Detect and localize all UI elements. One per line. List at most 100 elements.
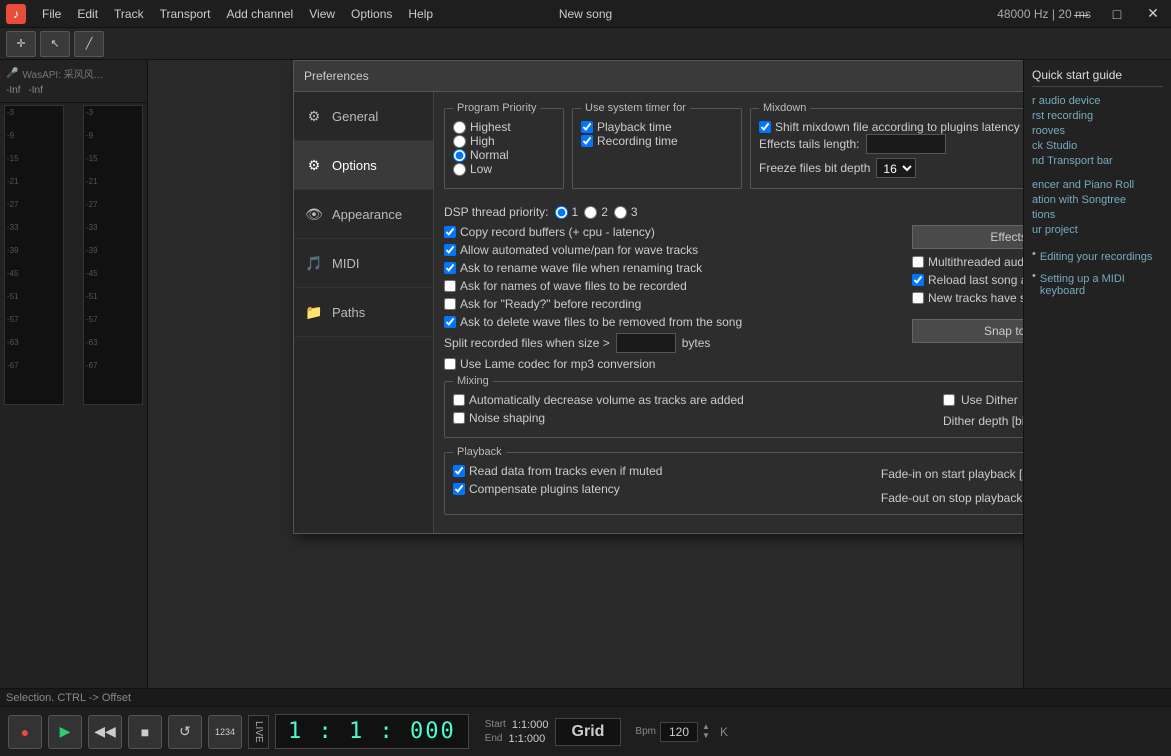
nav-midi[interactable]: 🎵 MIDI bbox=[294, 239, 433, 288]
priority-low-radio[interactable] bbox=[453, 163, 466, 176]
play-btn[interactable]: ▶ bbox=[48, 715, 82, 749]
help-link-sequencer[interactable]: encer and Piano Roll bbox=[1032, 179, 1163, 191]
help-link-tions[interactable]: tions bbox=[1032, 209, 1163, 221]
paths-icon: 📁 bbox=[304, 302, 324, 322]
compensate-latency-checkbox[interactable] bbox=[453, 483, 465, 495]
help-link-editing[interactable]: Editing your recordings bbox=[1040, 251, 1153, 263]
main-content: 🎤 WasAPI: 采风风… -Inf -Inf -3-9-15-21-27-3… bbox=[0, 60, 1171, 706]
priority-normal-radio[interactable] bbox=[453, 149, 466, 162]
toolbar-draw[interactable]: ╱ bbox=[74, 31, 104, 57]
shift-mixdown-checkbox[interactable] bbox=[759, 121, 771, 133]
recording-time-check[interactable]: Recording time bbox=[581, 134, 733, 148]
close-btn[interactable]: ✕ bbox=[1135, 0, 1171, 28]
end-label: End bbox=[485, 733, 503, 745]
ask-ready-checkbox[interactable] bbox=[444, 298, 456, 310]
new-tracks-checkbox[interactable] bbox=[912, 292, 924, 304]
help-link-songtree[interactable]: ation with Songtree bbox=[1032, 194, 1163, 206]
auto-decrease-checkbox[interactable] bbox=[453, 394, 465, 406]
read-muted-checkbox[interactable] bbox=[453, 465, 465, 477]
split-row: Split recorded files when size > 0 bytes bbox=[444, 333, 904, 353]
reload-last-checkbox[interactable] bbox=[912, 274, 924, 286]
menu-add-channel[interactable]: Add channel bbox=[219, 4, 302, 24]
priority-highest[interactable]: Highest bbox=[453, 120, 555, 134]
ask-names-option: Ask for names of wave files to be record… bbox=[444, 279, 904, 293]
allow-auto-checkbox[interactable] bbox=[444, 244, 456, 256]
help-link-recording[interactable]: rst recording bbox=[1032, 110, 1163, 122]
nav-appearance[interactable]: 👁 Appearance bbox=[294, 190, 433, 239]
program-priority-fieldset: Program Priority Highest High bbox=[444, 102, 564, 189]
ask-names-checkbox[interactable] bbox=[444, 280, 456, 292]
dsp-radio-1[interactable] bbox=[555, 206, 568, 219]
help-section-links: r audio device rst recording rooves ck S… bbox=[1032, 95, 1163, 167]
bpm-section: Bpm 120 ▲ ▼ bbox=[635, 722, 710, 742]
noise-shaping-checkbox[interactable] bbox=[453, 412, 465, 424]
toolbar-cursor[interactable]: ↖ bbox=[40, 31, 70, 57]
pattern-btn[interactable]: 1234 bbox=[208, 715, 242, 749]
effects-tails-input[interactable]: 1:2:959 bbox=[866, 134, 946, 154]
priority-normal[interactable]: Normal bbox=[453, 148, 555, 162]
bpm-up[interactable]: ▲ bbox=[702, 723, 710, 731]
dsp-3[interactable]: 3 bbox=[614, 205, 638, 219]
ask-delete-option: Ask to delete wave files to be removed f… bbox=[444, 315, 904, 329]
end-value: 1:1:000 bbox=[509, 733, 546, 745]
toolbar-select[interactable]: ✛ bbox=[6, 31, 36, 57]
window-controls: — □ ✕ bbox=[1063, 0, 1171, 28]
menu-file[interactable]: File bbox=[34, 4, 69, 24]
help-link-studio[interactable]: ck Studio bbox=[1032, 140, 1163, 152]
rewind-btn[interactable]: ◀◀ bbox=[88, 715, 122, 749]
priority-highest-radio[interactable] bbox=[453, 121, 466, 134]
allow-auto-option: Allow automated volume/pan for wave trac… bbox=[444, 243, 904, 257]
start-label: Start bbox=[485, 719, 506, 731]
ask-delete-checkbox[interactable] bbox=[444, 316, 456, 328]
playback-time-check[interactable]: Playback time bbox=[581, 120, 733, 134]
priority-low[interactable]: Low bbox=[453, 162, 555, 176]
menu-transport[interactable]: Transport bbox=[152, 4, 219, 24]
read-muted-label: Read data from tracks even if muted bbox=[469, 464, 662, 478]
use-dither-checkbox[interactable] bbox=[943, 394, 955, 406]
nav-paths-label: Paths bbox=[332, 305, 365, 320]
dsp-1[interactable]: 1 bbox=[555, 205, 579, 219]
bpm-down[interactable]: ▼ bbox=[702, 732, 710, 740]
stop-btn[interactable]: ■ bbox=[128, 715, 162, 749]
recording-time-checkbox[interactable] bbox=[581, 135, 593, 147]
priority-high[interactable]: High bbox=[453, 134, 555, 148]
app-title: New song bbox=[559, 7, 612, 21]
help-link-transport[interactable]: nd Transport bar bbox=[1032, 155, 1163, 167]
minimize-btn[interactable]: — bbox=[1063, 0, 1099, 28]
menu-edit[interactable]: Edit bbox=[69, 4, 106, 24]
dsp-radio-3[interactable] bbox=[614, 206, 627, 219]
freeze-bit-select[interactable]: 16 8 24 32 bbox=[876, 158, 916, 178]
priority-high-radio[interactable] bbox=[453, 135, 466, 148]
split-value-input[interactable]: 0 bbox=[616, 333, 676, 353]
dsp-2[interactable]: 2 bbox=[584, 205, 608, 219]
ask-rename-option: Ask to rename wave file when renaming tr… bbox=[444, 261, 904, 275]
freeze-bit-label: Freeze files bit depth bbox=[759, 161, 870, 175]
dsp-radio-2[interactable] bbox=[584, 206, 597, 219]
menu-view[interactable]: View bbox=[301, 4, 343, 24]
lame-codec-checkbox[interactable] bbox=[444, 358, 456, 370]
ask-rename-checkbox[interactable] bbox=[444, 262, 456, 274]
right-help-panel: Quick start guide r audio device rst rec… bbox=[1023, 60, 1171, 706]
help-link-midi[interactable]: Setting up a MIDI keyboard bbox=[1040, 273, 1163, 297]
maximize-btn[interactable]: □ bbox=[1099, 0, 1135, 28]
menu-help[interactable]: Help bbox=[400, 4, 441, 24]
nav-general[interactable]: ⚙ General bbox=[294, 92, 433, 141]
help-link-project[interactable]: ur project bbox=[1032, 224, 1163, 236]
nav-options[interactable]: ⚙ Options bbox=[294, 141, 433, 190]
nav-paths[interactable]: 📁 Paths bbox=[294, 288, 433, 337]
menu-track[interactable]: Track bbox=[106, 4, 152, 24]
record-btn[interactable]: ● bbox=[8, 715, 42, 749]
help-link-audio[interactable]: r audio device bbox=[1032, 95, 1163, 107]
noise-shaping-option: Noise shaping bbox=[453, 411, 923, 425]
multithreaded-checkbox[interactable] bbox=[912, 256, 924, 268]
loop-btn[interactable]: ↺ bbox=[168, 715, 202, 749]
bullet-midi: • bbox=[1032, 270, 1036, 282]
compensate-latency-label: Compensate plugins latency bbox=[469, 482, 620, 496]
menu-options[interactable]: Options bbox=[343, 4, 400, 24]
help-section-links3: • Editing your recordings • Setting up a… bbox=[1032, 248, 1163, 300]
ask-rename-label: Ask to rename wave file when renaming tr… bbox=[460, 261, 702, 275]
help-link-grooves[interactable]: rooves bbox=[1032, 125, 1163, 137]
copy-record-checkbox[interactable] bbox=[444, 226, 456, 238]
playback-time-checkbox[interactable] bbox=[581, 121, 593, 133]
live-label: LIVE bbox=[253, 721, 264, 743]
